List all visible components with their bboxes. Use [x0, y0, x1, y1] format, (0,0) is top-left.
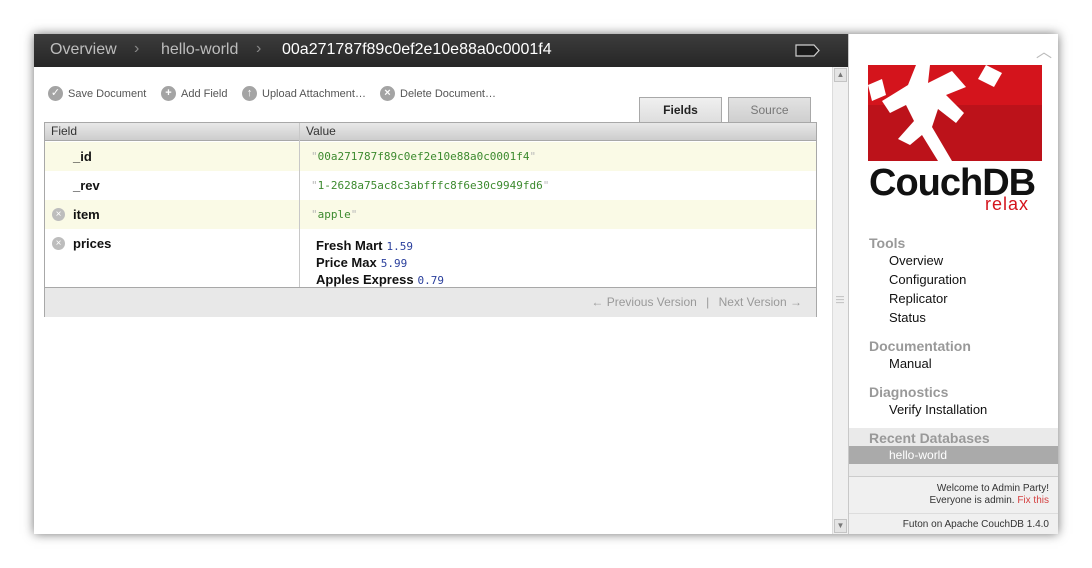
document-view: ✓ Save Document + Add Field ↑ Upload Att…	[34, 67, 832, 534]
nav-heading-recent-databases: Recent Databases	[869, 430, 990, 446]
prices-object: Fresh Mart 1.59 Price Max 5.99 Apples Expr…	[316, 238, 444, 289]
delete-field-icon[interactable]: ×	[52, 208, 65, 221]
plus-circle-icon: +	[161, 86, 176, 101]
tab-fields[interactable]: Fields	[639, 97, 722, 122]
field-name: _id	[73, 149, 92, 164]
price-entry[interactable]: Fresh Mart 1.59	[316, 238, 444, 255]
scroll-down-button[interactable]: ▼	[834, 519, 847, 533]
field-name: _rev	[73, 178, 100, 193]
upload-circle-icon: ↑	[242, 86, 257, 101]
breadcrumb-overview[interactable]: Overview	[50, 41, 117, 59]
add-field-label: Add Field	[181, 87, 228, 100]
x-circle-icon: ×	[380, 86, 395, 101]
nav-heading-diagnostics: Diagnostics	[869, 384, 949, 400]
breadcrumb-document: 00a271787f89c0ef2e10e88a0c0001f4	[282, 41, 552, 58]
tab-source[interactable]: Source	[728, 97, 811, 122]
delete-field-icon[interactable]: ×	[52, 237, 65, 250]
breadcrumb-separator: ›	[256, 40, 262, 57]
add-field-button[interactable]: + Add Field	[161, 86, 227, 101]
delete-document-button[interactable]: × Delete Document…	[380, 86, 496, 101]
version-pager: ← Previous Version | Next Version →	[588, 295, 805, 309]
check-circle-icon: ✓	[48, 86, 63, 101]
save-document-button[interactable]: ✓ Save Document	[48, 86, 146, 101]
document-fields-table: Field Value _id "00a271787f89c0ef2e10e88…	[44, 122, 817, 317]
pager-divider: |	[706, 295, 710, 309]
table-row: × item "apple"	[45, 200, 816, 229]
sidebar: ︿ CouchDB relax Tools Overview Configura…	[848, 34, 1058, 534]
sidebar-item-configuration[interactable]: Configuration	[889, 272, 966, 287]
sidebar-footer: Welcome to Admin Party! Everyone is admi…	[849, 476, 1058, 534]
field-value: "1-2628a75ac8c3abfffc8f6e30c9949fd6"	[311, 179, 550, 192]
field-value[interactable]: "apple"	[311, 208, 357, 221]
table-footer: ← Previous Version | Next Version →	[45, 287, 816, 317]
content-scrollbar[interactable]: ▲ — — — ▼	[832, 67, 848, 534]
recent-database-item[interactable]: hello-world	[849, 446, 1058, 464]
column-divider	[299, 123, 300, 287]
version-text: Futon on Apache CouchDB 1.4.0	[849, 513, 1058, 530]
table-row: _id "00a271787f89c0ef2e10e88a0c0001f4"	[45, 142, 816, 171]
upload-attachment-button[interactable]: ↑ Upload Attachment…	[242, 86, 366, 101]
nav-heading-tools: Tools	[869, 235, 906, 251]
field-name: item	[73, 207, 100, 222]
welcome-text: Welcome to Admin Party!	[936, 483, 1049, 494]
scroll-up-button[interactable]: ▲	[834, 68, 847, 82]
sidebar-item-verify-installation[interactable]: Verify Installation	[889, 402, 987, 417]
breadcrumb: Overview › hello-world › 00a271787f89c0e…	[34, 34, 848, 67]
previous-version-link[interactable]: ← Previous Version	[591, 295, 696, 309]
sidebar-item-status[interactable]: Status	[889, 310, 926, 325]
field-value[interactable]: "00a271787f89c0ef2e10e88a0c0001f4"	[311, 150, 536, 163]
sidebar-item-replicator[interactable]: Replicator	[889, 291, 948, 306]
nav-heading-documentation: Documentation	[869, 338, 971, 354]
breadcrumb-database[interactable]: hello-world	[161, 41, 238, 59]
upload-attachment-label: Upload Attachment…	[262, 87, 366, 100]
breadcrumb-separator: ›	[134, 40, 140, 57]
price-entry[interactable]: Price Max 5.99	[316, 255, 444, 272]
next-version-link[interactable]: Next Version →	[719, 295, 802, 309]
table-header: Field Value	[45, 123, 816, 141]
column-header-value: Value	[306, 124, 336, 138]
fix-this-link[interactable]: Fix this	[1017, 495, 1049, 506]
delete-document-label: Delete Document…	[400, 87, 496, 100]
futon-window: Overview › hello-world › 00a271787f89c0e…	[34, 34, 1058, 534]
sidebar-item-manual[interactable]: Manual	[889, 356, 932, 371]
table-row: × prices Fresh Mart 1.59 Price Max 5.99 Ap…	[45, 229, 816, 287]
admin-notice: Everyone is admin. Fix this	[929, 495, 1050, 506]
table-row: _rev "1-2628a75ac8c3abfffc8f6e30c9949fd6…	[45, 171, 816, 200]
couchdb-tagline: relax	[985, 194, 1030, 214]
scroll-grip[interactable]: — — —	[836, 293, 844, 307]
sidebar-item-overview[interactable]: Overview	[889, 253, 943, 268]
collapse-chevron-icon[interactable]: ︿	[1036, 38, 1052, 62]
tag-icon[interactable]	[795, 44, 820, 57]
save-document-label: Save Document	[68, 87, 147, 100]
column-header-field: Field	[51, 124, 78, 138]
field-name: prices	[73, 236, 112, 251]
